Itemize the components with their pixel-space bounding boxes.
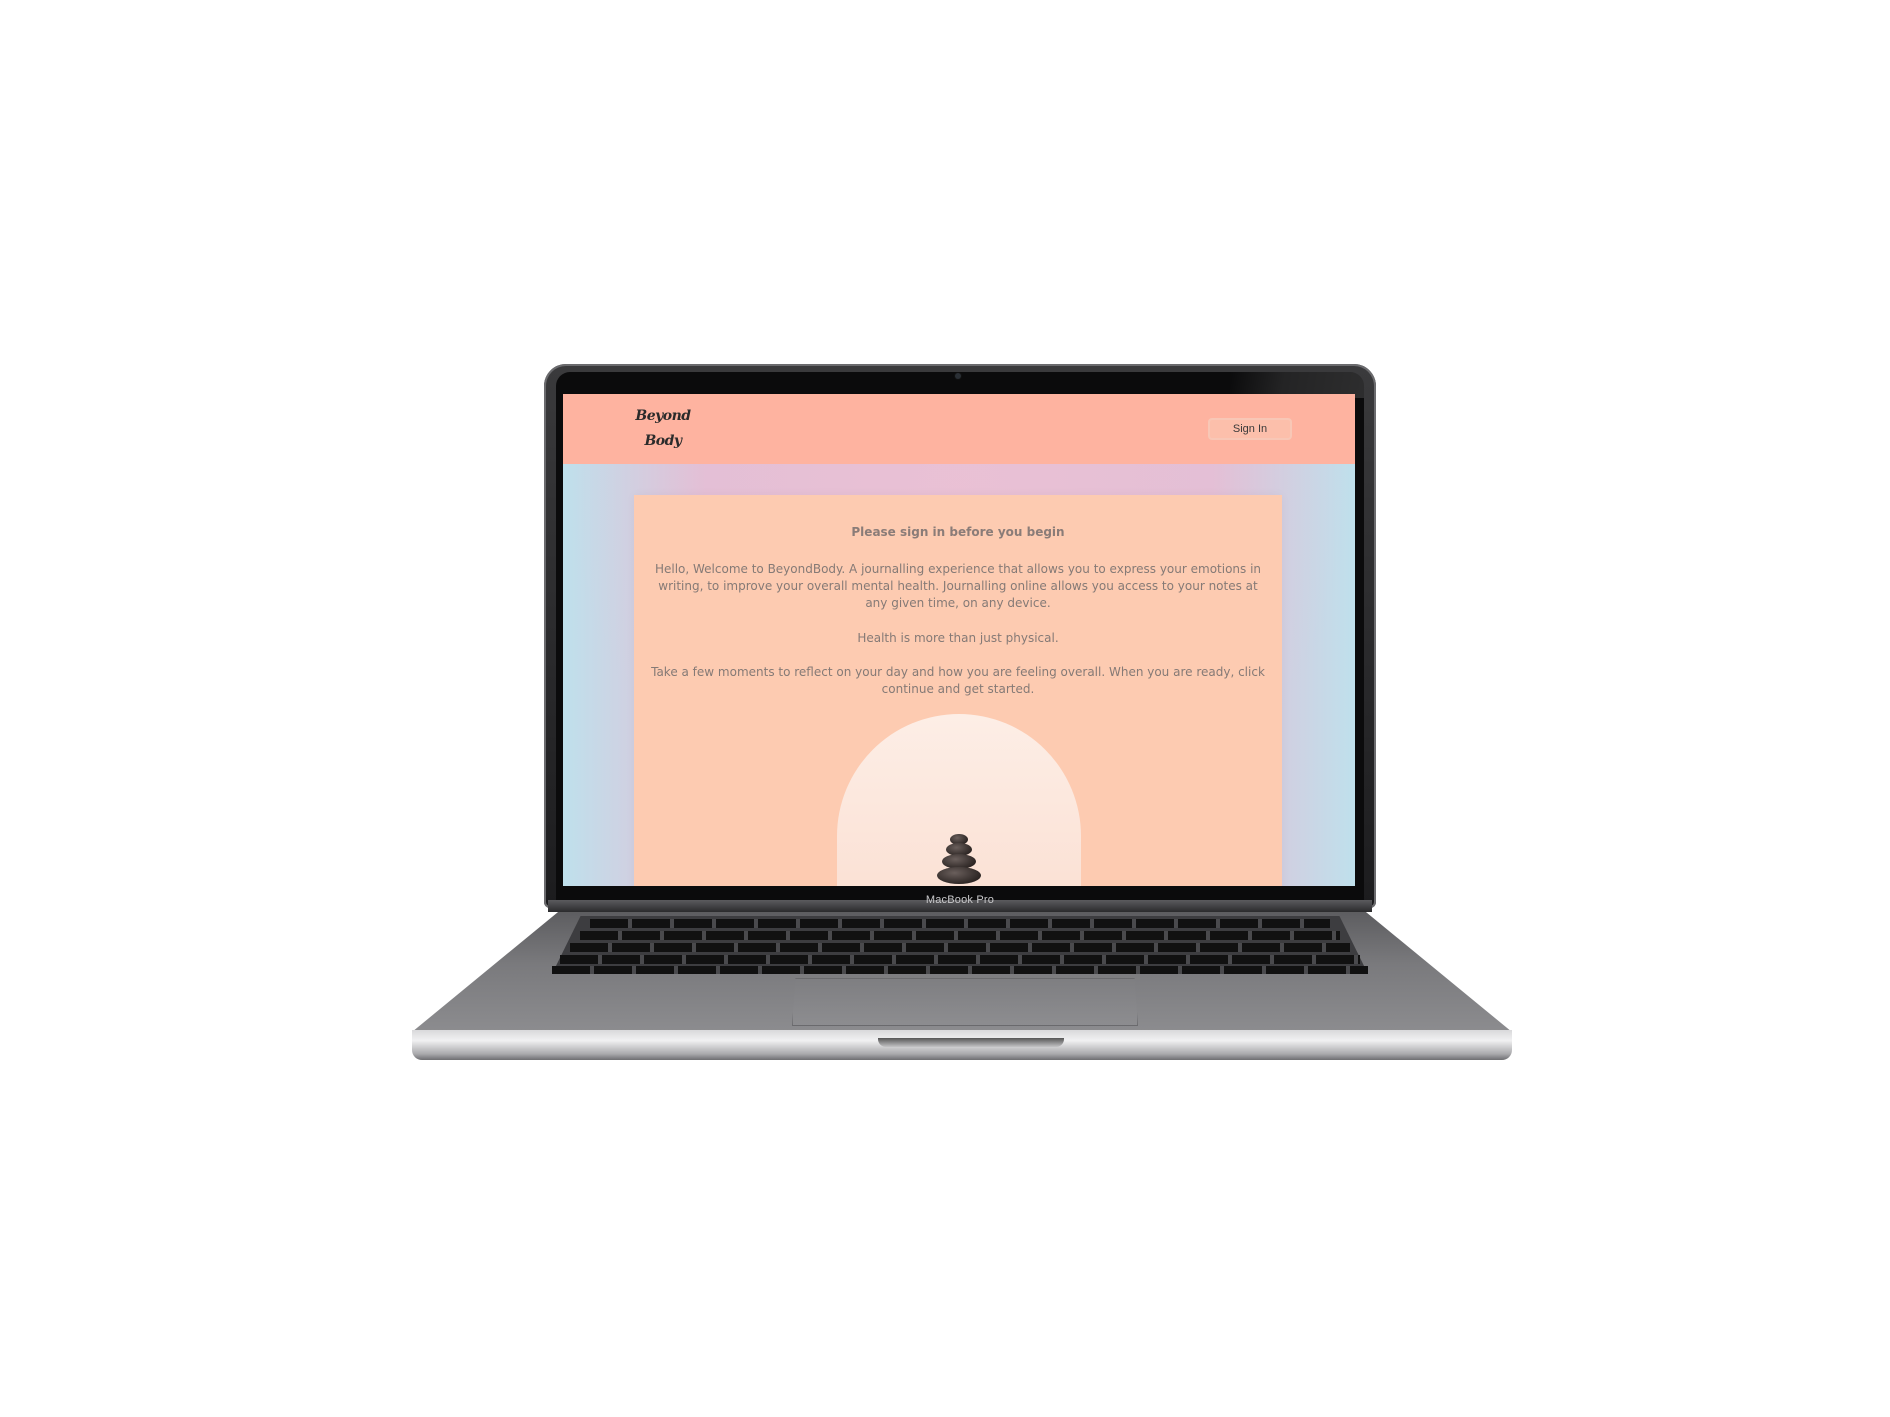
stage: Beyond Body Sign In Please sign in befor… [0, 0, 1890, 1417]
model-label: MacBook Pro [925, 894, 995, 906]
site-logo[interactable]: Beyond Body [633, 404, 693, 454]
lid-notch [878, 1038, 1064, 1047]
site-header: Beyond Body Sign In [563, 394, 1355, 464]
key-row [560, 955, 1360, 964]
stone [937, 867, 981, 884]
instruction-text: Take a few moments to reflect on your da… [651, 665, 1265, 696]
trackpad [792, 978, 1138, 1026]
arch-image [837, 714, 1081, 886]
screen: Beyond Body Sign In Please sign in befor… [563, 394, 1355, 886]
key-row [552, 966, 1368, 974]
key-row [590, 919, 1330, 928]
logo-line-2: Body [644, 433, 682, 449]
intro-text: Hello, Welcome to BeyondBody. A journall… [654, 562, 1262, 610]
camera-icon [955, 373, 961, 379]
welcome-card: Please sign in before you begin Hello, W… [634, 495, 1282, 886]
key-row [570, 943, 1350, 952]
card-heading: Please sign in before you begin [851, 525, 1065, 539]
logo-line-1: Beyond [635, 408, 691, 424]
key-row [580, 931, 1340, 940]
tagline-text: Health is more than just physical. [857, 631, 1059, 645]
sign-in-button[interactable]: Sign In [1208, 418, 1292, 440]
